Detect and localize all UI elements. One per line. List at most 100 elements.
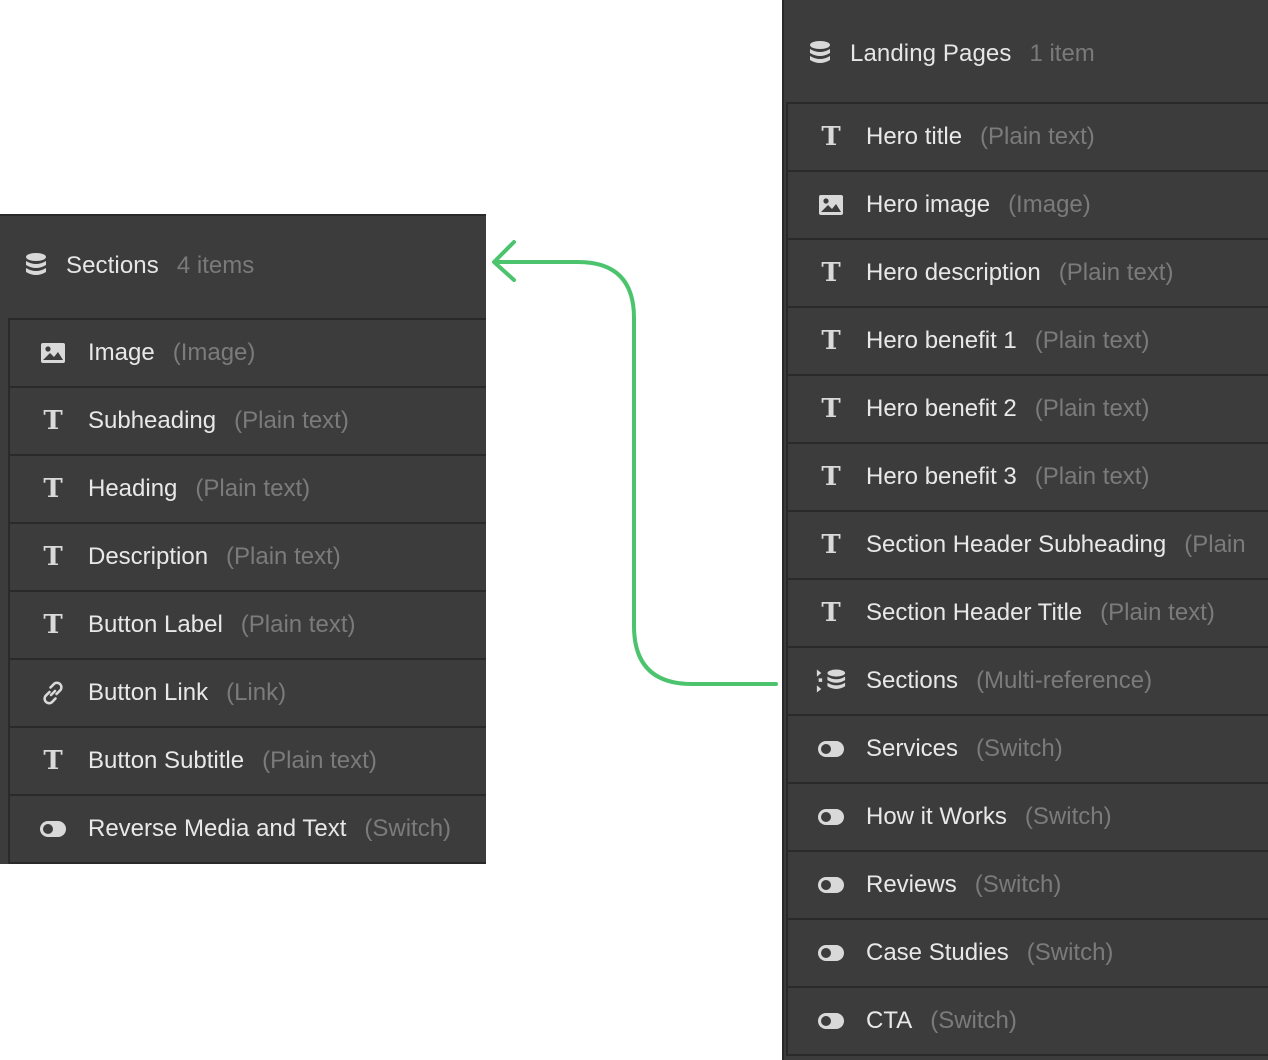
field-row[interactable]: T Heading (Plain text)	[10, 456, 486, 524]
field-row[interactable]: T Hero benefit 2 (Plain text)	[788, 376, 1268, 444]
field-list: Image (Image) T Subheading (Plain text) T Head…	[8, 318, 486, 864]
text-icon: T	[43, 610, 63, 640]
field-type: (Switch)	[364, 815, 452, 842]
field-type: (Switch)	[1026, 939, 1114, 966]
switch-icon	[816, 802, 846, 832]
field-name: Section Header Subheading	[866, 531, 1167, 558]
sections-collection-panel: Sections 4 items Image (Image) T Subheading…	[0, 214, 486, 864]
field-row[interactable]: CTA (Switch)	[788, 988, 1268, 1056]
switch-icon	[816, 734, 846, 764]
multi-reference-icon	[816, 666, 846, 696]
sections-panel-header[interactable]: Sections 4 items	[0, 216, 486, 316]
field-row[interactable]: T Section Header Title (Plain text)	[788, 580, 1268, 648]
field-name: CTA	[866, 1007, 913, 1034]
field-name: Hero image	[866, 191, 991, 218]
field-name: Hero benefit 3	[866, 463, 1017, 490]
field-name: Heading	[88, 475, 178, 502]
field-type: (Image)	[172, 339, 256, 366]
field-row[interactable]: T Subheading (Plain text)	[10, 388, 486, 456]
field-type: (Plain text)	[195, 475, 311, 502]
field-row[interactable]: T Button Subtitle (Plain text)	[10, 728, 486, 796]
field-name: Hero benefit 1	[866, 327, 1017, 354]
link-icon	[38, 678, 68, 708]
field-type: (Plain text)	[1034, 395, 1150, 422]
field-type: (Plain text)	[226, 543, 341, 570]
field-row[interactable]: Hero image (Image)	[788, 172, 1268, 240]
field-type: (Plain text)	[1100, 599, 1215, 626]
text-icon: T	[821, 462, 841, 492]
text-icon: T	[43, 474, 63, 504]
database-icon	[22, 252, 50, 280]
field-row[interactable]: T Description (Plain text)	[10, 524, 486, 592]
field-name: Hero benefit 2	[866, 395, 1017, 422]
field-list: T Hero title (Plain text) Hero image (Image)…	[786, 102, 1268, 1056]
field-type: (Link)	[226, 679, 287, 706]
field-type: (Plain text)	[1034, 463, 1150, 490]
field-name: Button Link	[88, 679, 209, 706]
text-icon: T	[43, 406, 63, 436]
field-type: (Plain text)	[240, 611, 356, 638]
field-type: (Plain text)	[262, 747, 377, 774]
text-icon: T	[821, 258, 841, 288]
field-name: Case Studies	[866, 939, 1009, 966]
collection-title: Landing Pages	[850, 40, 1012, 67]
field-row[interactable]: Services (Switch)	[788, 716, 1268, 784]
field-type: (Image)	[1008, 191, 1091, 218]
field-type: (Plain text)	[1034, 327, 1150, 354]
field-type: (Plain text)	[234, 407, 349, 434]
field-name: Reverse Media and Text	[88, 815, 347, 842]
field-type: (Switch)	[976, 735, 1063, 762]
text-icon: T	[43, 746, 63, 776]
text-icon: T	[821, 394, 841, 424]
text-icon: T	[821, 326, 841, 356]
field-name: Image	[88, 339, 155, 366]
field-row[interactable]: Reverse Media and Text (Switch)	[10, 796, 486, 864]
image-icon	[38, 338, 68, 368]
field-row[interactable]: T Hero title (Plain text)	[788, 104, 1268, 172]
field-name: Subheading	[88, 407, 217, 434]
database-icon	[806, 40, 834, 68]
switch-icon	[816, 1006, 846, 1036]
item-count: 4 items	[176, 252, 255, 279]
image-icon	[816, 190, 846, 220]
switch-icon	[816, 938, 846, 968]
text-icon: T	[821, 530, 841, 560]
field-name: Section Header Title	[866, 599, 1083, 626]
field-name: How it Works	[866, 803, 1007, 830]
landing-pages-collection-panel: Landing Pages 1 item T Hero title (Plain t…	[782, 0, 1268, 1060]
switch-icon	[38, 814, 68, 844]
field-row[interactable]: Image (Image)	[10, 320, 486, 388]
text-icon: T	[821, 122, 841, 152]
field-type: (Switch)	[974, 871, 1062, 898]
text-icon: T	[43, 542, 63, 572]
field-row[interactable]: Sections (Multi-reference)	[788, 648, 1268, 716]
field-row[interactable]: How it Works (Switch)	[788, 784, 1268, 852]
field-row[interactable]: T Button Label (Plain text)	[10, 592, 486, 660]
field-row[interactable]: T Hero benefit 3 (Plain text)	[788, 444, 1268, 512]
field-row[interactable]: Case Studies (Switch)	[788, 920, 1268, 988]
field-name: Hero description	[866, 259, 1041, 286]
collection-title: Sections	[66, 252, 159, 279]
field-row[interactable]: T Hero description (Plain text)	[788, 240, 1268, 308]
field-row[interactable]: T Section Header Subheading (Plain	[788, 512, 1268, 580]
field-type: (Plain text)	[1058, 259, 1174, 286]
switch-icon	[816, 870, 846, 900]
field-type: (Plain text)	[980, 123, 1095, 150]
field-name: Reviews	[866, 871, 957, 898]
field-name: Services	[866, 735, 959, 762]
item-count: 1 item	[1029, 40, 1095, 67]
field-type: (Switch)	[930, 1007, 1017, 1034]
field-name: Description	[88, 543, 209, 570]
field-name: Sections	[866, 667, 959, 694]
landing-panel-header[interactable]: Landing Pages 1 item	[784, 0, 1268, 108]
field-type: (Plain	[1184, 531, 1246, 558]
field-type: (Switch)	[1024, 803, 1112, 830]
field-type: (Multi-reference)	[976, 667, 1153, 694]
field-name: Button Label	[88, 611, 223, 638]
text-icon: T	[821, 598, 841, 628]
field-row[interactable]: Button Link (Link)	[10, 660, 486, 728]
field-name: Hero title	[866, 123, 963, 150]
field-row[interactable]: Reviews (Switch)	[788, 852, 1268, 920]
field-row[interactable]: T Hero benefit 1 (Plain text)	[788, 308, 1268, 376]
field-name: Button Subtitle	[88, 747, 245, 774]
